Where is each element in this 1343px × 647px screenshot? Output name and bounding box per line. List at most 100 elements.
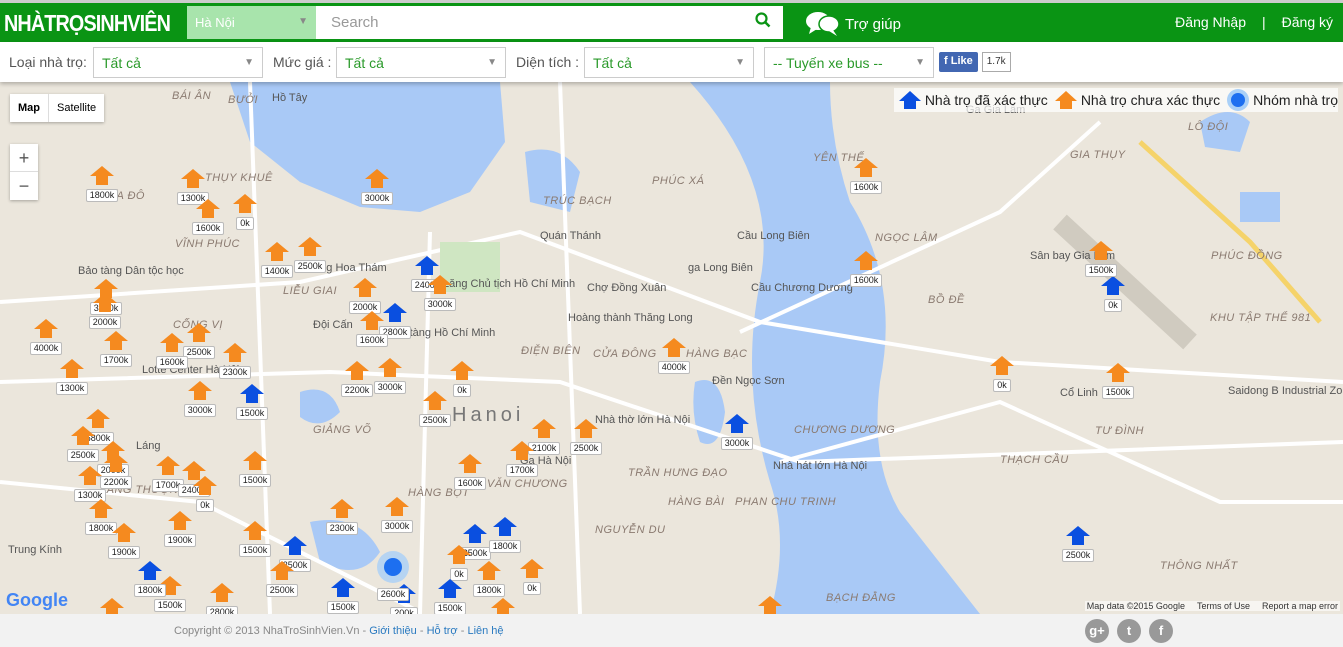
- house-icon: [1106, 363, 1130, 382]
- marker-unverified[interactable]: 3000k: [357, 168, 397, 206]
- place-label: Cầu Chương Dương: [751, 282, 853, 294]
- place-label: BƯỞI: [228, 94, 259, 106]
- marker-unverified[interactable]: 1500k: [1081, 240, 1121, 278]
- marker-verified[interactable]: 3000k: [717, 413, 757, 451]
- bus-route-select[interactable]: -- Tuyến xe bus -- ▼: [764, 47, 934, 78]
- marker-unverified[interactable]: 1500k: [1098, 362, 1138, 400]
- report-link[interactable]: Report a map error: [1262, 601, 1338, 611]
- marker-verified[interactable]: 1500k: [323, 577, 363, 614]
- house-icon: [233, 194, 257, 213]
- price-label: 3000k: [360, 192, 394, 205]
- about-link[interactable]: Giới thiệu: [369, 625, 417, 637]
- marker-unverified[interactable]: 1500k: [235, 450, 275, 488]
- chat-bubbles-icon: [806, 12, 840, 36]
- house-icon: [990, 356, 1014, 375]
- price-label: 3000k: [373, 381, 407, 394]
- search-input[interactable]: Search: [316, 6, 783, 39]
- marker-unverified[interactable]: 0k: [185, 475, 225, 513]
- facebook-icon[interactable]: f: [1149, 619, 1173, 643]
- zoom-out-button[interactable]: −: [10, 172, 38, 200]
- marker-unverified[interactable]: 1600k: [188, 198, 228, 236]
- place-label: Cầu Long Biên: [737, 230, 810, 242]
- marker-verified[interactable]: 1500k: [430, 578, 470, 614]
- price-label: 1500k: [1101, 386, 1135, 399]
- marker-unverified[interactable]: 2500k: [262, 560, 302, 598]
- marker-verified[interactable]: 1800k: [485, 516, 525, 554]
- marker-unverified[interactable]: 2500k: [566, 418, 606, 456]
- facebook-like-button[interactable]: f Like: [939, 52, 978, 72]
- marker-unverified[interactable]: 0k: [512, 558, 552, 596]
- marker-unverified[interactable]: 2300k: [215, 342, 255, 380]
- support-link[interactable]: Hỗ trợ: [427, 625, 458, 637]
- marker-unverified[interactable]: 2300k: [322, 498, 362, 536]
- marker-unverified[interactable]: 4000k: [750, 595, 790, 614]
- marker-unverified[interactable]: 1500k: [235, 520, 275, 558]
- register-link[interactable]: Đăng ký: [1282, 14, 1333, 30]
- marker-unverified[interactable]: 4000k: [26, 318, 66, 356]
- login-link[interactable]: Đăng Nhập: [1175, 14, 1246, 30]
- price-label: 0k: [453, 384, 471, 397]
- house-icon: [662, 338, 686, 357]
- marker-unverified[interactable]: 1900k: [104, 522, 144, 560]
- marker-unverified[interactable]: 1800k: [469, 560, 509, 598]
- marker-unverified[interactable]: 1600k: [846, 157, 886, 195]
- zoom-in-button[interactable]: +: [10, 144, 38, 172]
- marker-unverified[interactable]: 1700k: [96, 330, 136, 368]
- price-select[interactable]: Tất cả ▼: [336, 47, 506, 78]
- marker-group[interactable]: 2600k: [373, 550, 413, 602]
- marker-unverified[interactable]: 2500k: [290, 236, 330, 274]
- marker-unverified[interactable]: 4000k: [654, 337, 694, 375]
- marker-verified[interactable]: 0k: [1093, 275, 1133, 313]
- marker-unverified[interactable]: 2000k: [92, 597, 132, 614]
- twitter-icon[interactable]: t: [1117, 619, 1141, 643]
- marker-unverified[interactable]: 1600k: [450, 453, 490, 491]
- price-label: 4000k: [657, 361, 691, 374]
- google-plus-icon[interactable]: g+: [1085, 619, 1109, 643]
- contact-link[interactable]: Liên hệ: [467, 625, 503, 637]
- marker-verified[interactable]: 1800k: [130, 560, 170, 598]
- map-view-button[interactable]: Map: [10, 94, 48, 122]
- price-label: 1900k: [107, 546, 141, 559]
- house-icon: [100, 598, 124, 614]
- house-icon: [112, 523, 136, 542]
- marker-unverified[interactable]: 2000k: [85, 292, 125, 330]
- type-select[interactable]: Tất cả ▼: [93, 47, 263, 78]
- marker-unverified[interactable]: 3000k: [370, 357, 410, 395]
- marker-verified[interactable]: 1500k: [232, 383, 272, 421]
- marker-unverified[interactable]: 0k: [225, 193, 265, 231]
- marker-unverified[interactable]: 3000k: [377, 496, 417, 534]
- like-label: Like: [950, 55, 973, 67]
- place-label: Chợ Đồng Xuân: [587, 282, 667, 294]
- marker-unverified[interactable]: 1900k: [160, 510, 200, 548]
- marker-unverified[interactable]: 3000k: [180, 380, 220, 418]
- chevron-down-icon: ▼: [487, 57, 497, 68]
- logo[interactable]: NHÀTRỌSINHVIÊN: [4, 10, 171, 37]
- like-count: 1.7k: [981, 52, 1011, 72]
- marker-unverified[interactable]: 1600k: [846, 250, 886, 288]
- price-label: 1800k: [472, 584, 506, 597]
- marker-verified[interactable]: 2500k: [1058, 525, 1098, 563]
- help-link[interactable]: Trợ giúp: [805, 11, 901, 37]
- marker-unverified[interactable]: 1800k: [82, 165, 122, 203]
- satellite-view-button[interactable]: Satellite: [48, 94, 104, 122]
- marker-unverified[interactable]: 1600k: [152, 332, 192, 370]
- marker-unverified[interactable]: 3000k: [420, 274, 460, 312]
- marker-unverified[interactable]: 0k: [982, 355, 1022, 393]
- marker-unverified[interactable]: 2800k: [202, 582, 242, 614]
- terms-link[interactable]: Terms of Use: [1197, 601, 1250, 611]
- place-label: Cổ Linh: [1060, 387, 1098, 399]
- bus-route-value: -- Tuyến xe bus --: [773, 55, 883, 71]
- marker-unverified[interactable]: 2500k: [415, 390, 455, 428]
- marker-unverified[interactable]: 1300k: [52, 358, 92, 396]
- place-label: HÀNG BẠC: [686, 348, 748, 360]
- price-label: 1600k: [155, 356, 189, 369]
- price-label: 1500k: [238, 544, 272, 557]
- marker-unverified[interactable]: 2000k: [483, 597, 523, 614]
- marker-unverified[interactable]: 1700k: [502, 440, 542, 478]
- marker-unverified[interactable]: 1600k: [352, 310, 392, 348]
- search-icon[interactable]: [755, 12, 771, 28]
- city-select[interactable]: Hà Nội ▼: [187, 6, 316, 39]
- map[interactable]: BÁI ÂNBƯỞIHồ TâyTHỤY KHUÊNGHĨA ĐÔVĨNH PH…: [0, 82, 1343, 614]
- price-label: 1800k: [488, 540, 522, 553]
- area-select[interactable]: Tất cả ▼: [584, 47, 754, 78]
